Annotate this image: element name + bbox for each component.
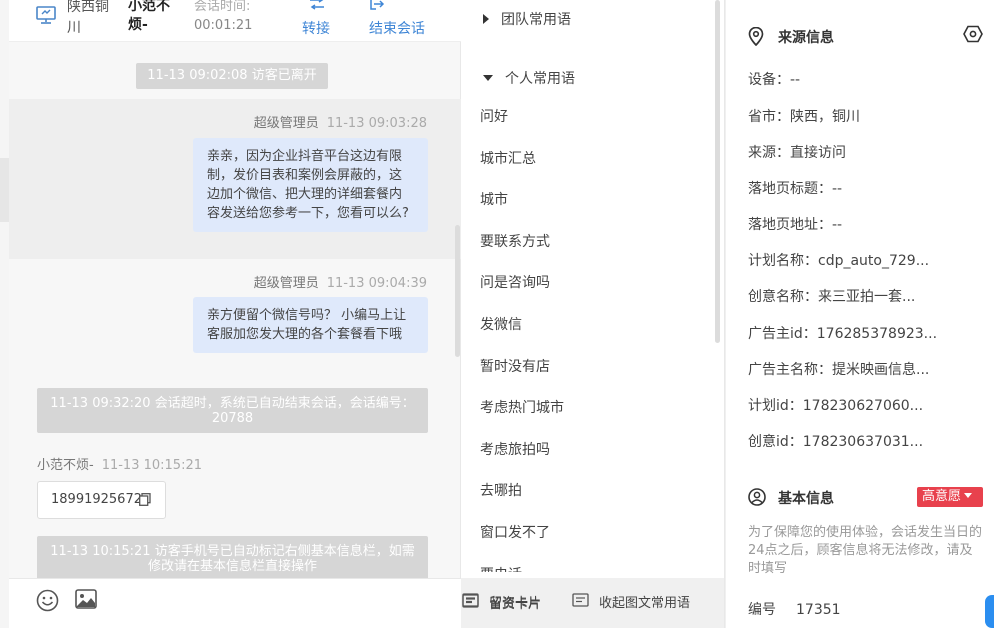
phrase-item[interactable]: 发微信 [480, 314, 710, 356]
session-time: 00:01:21 [194, 18, 253, 33]
monitor-icon [36, 6, 56, 24]
message-sender: 超级管理员 11-13 09:04:39 [253, 276, 427, 291]
emoji-icon[interactable] [36, 589, 59, 612]
info-province-city: 省市：陕西，铜川 [748, 109, 860, 125]
caret-right-icon [483, 14, 489, 24]
caret-down-icon [483, 75, 493, 81]
phrases-scrollbar[interactable] [715, 0, 720, 343]
visitor-region: 陕西铜川 [67, 0, 109, 36]
info-advertiser-id: 广告主id：176285378923... [748, 326, 938, 342]
image-icon[interactable] [75, 589, 97, 609]
session-time-label: 会话时间: [194, 0, 251, 14]
message-sender: 小范不烦- 11-13 10:15:21 [37, 458, 202, 473]
app-root: 陕西铜川 小范不烦- 会话时间: 00:01:21 转接 结束会话 11-13 … [0, 0, 994, 628]
phrase-item[interactable]: 暂时没有店 [480, 356, 710, 398]
message-sender: 超级管理员 11-13 09:03:28 [253, 116, 427, 131]
exit-icon [370, 0, 385, 10]
info-landing-url: 落地页地址：-- [748, 217, 843, 233]
customer-id-row: 编号 17351 [748, 602, 841, 618]
floating-action-button[interactable] [985, 595, 994, 628]
team-phrases-group[interactable]: 团队常用语 [483, 9, 571, 29]
phrase-item[interactable]: 问是咨询吗 [480, 272, 710, 314]
phrases-panel: 团队常用语 个人常用语 问好 城市汇总 城市 要联系方式 问是咨询吗 发微信 暂… [461, 0, 725, 578]
info-device: 设备：-- [748, 72, 801, 88]
info-landing-title: 落地页标题：-- [748, 181, 843, 197]
collapse-phrases-button[interactable]: 收起图文常用语 [572, 592, 690, 611]
card-icon [462, 593, 479, 607]
info-source: 来源：直接访问 [748, 145, 846, 161]
caret-down-icon [964, 493, 973, 498]
agent-message-bubble: 亲方便留个微信号吗？ 小编马上让客服加您发大理的各个套餐看下哦 [193, 297, 428, 353]
personal-phrases-group[interactable]: 个人常用语 [483, 68, 575, 88]
info-plan-id: 计划id：178230627060... [748, 398, 924, 414]
basic-info-title: 基本信息 [748, 488, 834, 508]
info-advertiser-name: 广告主名称：提米映画信息... [748, 362, 930, 378]
phrase-item[interactable]: 去哪拍 [480, 480, 710, 522]
phrase-item[interactable]: 考虑旅拍吗 [480, 439, 710, 481]
lead-card-button[interactable]: 留资卡片 [462, 592, 541, 611]
customer-info-panel: 来源信息 设备：-- 省市：陕西，铜川 来源：直接访问 落地页标题：-- 落地页… [726, 0, 994, 628]
system-notice-left: 11-13 09:02:08 访客已离开 [136, 63, 328, 89]
info-creative-id: 创意id：178230637031... [748, 434, 924, 450]
chat-toolbar: 留资卡片 [9, 578, 541, 628]
chat-header: 陕西铜川 小范不烦- 会话时间: 00:01:21 转接 结束会话 [9, 0, 461, 42]
phrase-item[interactable]: 要联系方式 [480, 231, 710, 273]
visitor-name: 小范不烦- [128, 0, 170, 33]
agent-message-bubble: 亲亲，因为企业抖音平台这边有限制，发价目表和案例会屏蔽的，这边加个微信、把大理的… [193, 138, 428, 232]
chat-panel: 陕西铜川 小范不烦- 会话时间: 00:01:21 转接 结束会话 11-13 … [9, 0, 541, 628]
source-info-title: 来源信息 [748, 27, 834, 47]
info-creative-name: 创意名称：来三亚拍一套... [748, 289, 916, 305]
card-icon [572, 593, 589, 607]
phrase-item[interactable]: 城市 [480, 189, 710, 231]
chat-scrollbar[interactable] [455, 225, 460, 357]
phrase-item[interactable]: 考虑热门城市 [480, 397, 710, 439]
phrase-item[interactable]: 要电话 [480, 564, 710, 572]
left-edge [0, 0, 9, 628]
transfer-icon [310, 0, 324, 10]
user-circle-icon [748, 488, 766, 506]
phrase-item[interactable]: 城市汇总 [480, 148, 710, 190]
info-plan-name: 计划名称：cdp_auto_729... [748, 253, 930, 269]
phrase-item[interactable]: 窗口发不了 [480, 522, 710, 564]
system-notice-phone: 11-13 10:15:21 访客手机号已自动标记右侧基本信息栏，如需修改请在基… [37, 536, 428, 578]
location-pin-icon [748, 27, 764, 46]
intent-level-dropdown[interactable]: 高意愿 [917, 487, 983, 507]
phone-message[interactable]: 18991925672 [37, 481, 166, 519]
phrase-item[interactable]: 问好 [480, 106, 710, 148]
system-notice-timeout: 11-13 09:32:20 会话超时，系统已自动结束会话，会话编号：20788 [37, 388, 428, 433]
settings-icon[interactable] [963, 25, 983, 43]
copy-icon[interactable] [139, 493, 151, 506]
message-list[interactable]: 11-13 09:02:08 访客已离开 超级管理员 11-13 09:03:28… [9, 43, 461, 578]
phrase-list: 问好 城市汇总 城市 要联系方式 问是咨询吗 发微信 暂时没有店 考虑热门城市 … [480, 106, 710, 572]
edit-deadline-note: 为了保障您的使用体验，会话发生当日的24点之后，顾客信息将无法修改，请及时填写 [748, 525, 983, 576]
